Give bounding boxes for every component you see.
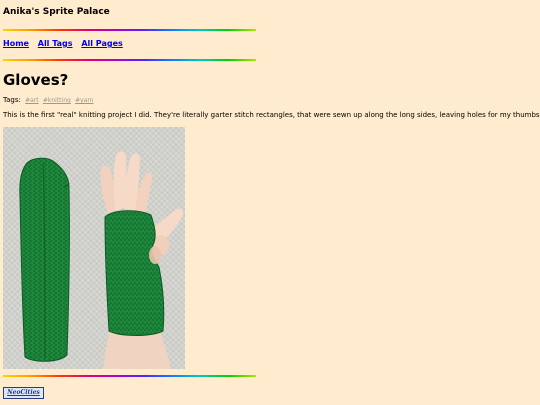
tag-link-knitting[interactable]: #knitting: [43, 97, 71, 104]
main-nav: Home All Tags All Pages: [3, 39, 129, 48]
post-title: Gloves?: [3, 71, 69, 89]
nav-link-all-tags[interactable]: All Tags: [38, 39, 73, 48]
tag-link-art[interactable]: #art: [25, 97, 39, 104]
site-title: Anika's Sprite Palace: [3, 7, 110, 17]
nav-link-home[interactable]: Home: [3, 39, 29, 48]
gloves-photo: [3, 127, 185, 369]
post-tags: Tags: #art #knitting #yarn: [3, 96, 93, 104]
tag-link-yarn[interactable]: #yarn: [75, 97, 93, 104]
tags-label: Tags:: [3, 96, 21, 104]
gloves-illustration: [19, 151, 184, 369]
rainbow-divider: [3, 29, 256, 31]
right-glove: [104, 210, 165, 336]
nav-link-all-pages[interactable]: All Pages: [81, 39, 122, 48]
post-body: This is the first "real" knitting projec…: [3, 111, 540, 119]
rainbow-divider: [3, 59, 256, 61]
neocities-badge[interactable]: NeoCities: [3, 387, 44, 399]
left-glove: [19, 157, 70, 362]
rainbow-divider: [3, 375, 256, 377]
